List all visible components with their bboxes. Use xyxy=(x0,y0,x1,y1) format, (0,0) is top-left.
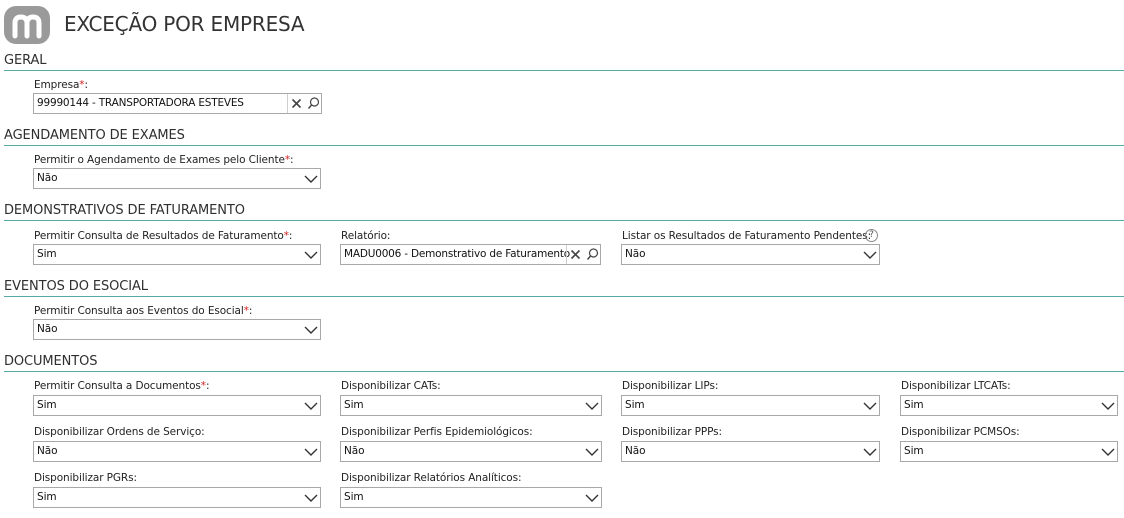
consulta-faturamento-select[interactable]: Sim xyxy=(33,244,321,265)
chevron-down-icon[interactable] xyxy=(1099,396,1117,415)
relatorios-analiticos-select[interactable]: Sim xyxy=(340,487,602,508)
listar-pendentes-value: Não xyxy=(625,248,646,260)
chevron-down-icon[interactable] xyxy=(302,488,320,507)
ltcats-label: Disponibilizar LTCATs: xyxy=(901,380,1011,392)
chevron-down-icon[interactable] xyxy=(1099,442,1117,461)
agendamento-value: Não xyxy=(37,172,58,184)
chevron-down-icon[interactable] xyxy=(302,396,320,415)
consulta-documentos-value: Sim xyxy=(37,399,57,411)
section-title: EVENTOS DO ESOCIAL xyxy=(4,279,148,294)
ordens-servico-label: Disponibilizar Ordens de Serviço: xyxy=(34,426,205,438)
lips-label: Disponibilizar LIPs: xyxy=(622,380,719,392)
esocial-label: Permitir Consulta aos Eventos do Esocial… xyxy=(34,305,253,317)
pgrs-select[interactable]: Sim xyxy=(33,487,321,508)
pcmsos-select[interactable]: Sim xyxy=(900,441,1118,462)
section-agendamento: AGENDAMENTO DE EXAMES xyxy=(4,128,1124,146)
empresa-lookup-field[interactable]: 99990144 - TRANSPORTADORA ESTEVES xyxy=(33,93,322,114)
app-logo xyxy=(4,6,50,44)
clear-icon[interactable] xyxy=(567,245,584,264)
perfis-value: Não xyxy=(344,445,365,457)
lips-value: Sim xyxy=(625,399,645,411)
required-mark: * xyxy=(243,305,249,317)
relatorios-analiticos-label: Disponibilizar Relatórios Analíticos: xyxy=(341,472,522,484)
search-icon[interactable] xyxy=(305,94,322,113)
page-title: EXCEÇÃO POR EMPRESA xyxy=(64,12,305,36)
listar-pendentes-label: Listar os Resultados de Faturamento Pend… xyxy=(622,230,872,242)
chevron-down-icon[interactable] xyxy=(583,396,601,415)
chevron-down-icon[interactable] xyxy=(302,320,320,339)
chevron-down-icon[interactable] xyxy=(583,442,601,461)
pgrs-label: Disponibilizar PGRs: xyxy=(34,472,137,484)
consulta-documentos-label: Permitir Consulta a Documentos*: xyxy=(34,380,210,392)
cats-value: Sim xyxy=(344,399,364,411)
empresa-value: 99990144 - TRANSPORTADORA ESTEVES xyxy=(37,97,244,109)
section-title: DOCUMENTOS xyxy=(4,354,98,369)
consulta-documentos-select[interactable]: Sim xyxy=(33,395,321,416)
relatorios-analiticos-value: Sim xyxy=(344,491,364,503)
pcmsos-label: Disponibilizar PCMSOs: xyxy=(901,426,1020,438)
help-icon[interactable]: ? xyxy=(865,229,878,242)
cats-select[interactable]: Sim xyxy=(340,395,602,416)
required-mark: * xyxy=(79,79,85,91)
agendamento-select[interactable]: Não xyxy=(33,168,321,189)
esocial-value: Não xyxy=(37,323,58,335)
logo-m-icon xyxy=(12,14,42,39)
ppps-label: Disponibilizar PPPs: xyxy=(622,426,722,438)
ppps-value: Não xyxy=(625,445,646,457)
pgrs-value: Sim xyxy=(37,491,57,503)
ppps-select[interactable]: Não xyxy=(621,441,880,462)
ordens-servico-select[interactable]: Não xyxy=(33,441,321,462)
chevron-down-icon[interactable] xyxy=(861,442,879,461)
section-faturamento: DEMONSTRATIVOS DE FATURAMENTO xyxy=(4,203,1124,221)
pcmsos-value: Sim xyxy=(904,445,924,457)
chevron-down-icon[interactable] xyxy=(861,245,879,264)
ordens-servico-value: Não xyxy=(37,445,58,457)
required-mark: * xyxy=(284,154,290,166)
clear-icon[interactable] xyxy=(288,94,305,113)
required-mark: * xyxy=(200,380,206,392)
section-documentos: DOCUMENTOS xyxy=(4,354,1124,372)
relatorio-lookup-field[interactable]: MADU0006 - Demonstrativo de Faturamento xyxy=(340,244,601,265)
chevron-down-icon[interactable] xyxy=(583,488,601,507)
relatorio-value: MADU0006 - Demonstrativo de Faturamento xyxy=(344,248,570,260)
section-title: DEMONSTRATIVOS DE FATURAMENTO xyxy=(4,203,245,218)
chevron-down-icon[interactable] xyxy=(302,169,320,188)
listar-pendentes-select[interactable]: Não xyxy=(621,244,880,265)
chevron-down-icon[interactable] xyxy=(302,245,320,264)
section-title: GERAL xyxy=(4,53,47,68)
section-title: AGENDAMENTO DE EXAMES xyxy=(4,128,185,143)
perfis-select[interactable]: Não xyxy=(340,441,602,462)
ltcats-select[interactable]: Sim xyxy=(900,395,1118,416)
required-mark: * xyxy=(283,230,289,242)
chevron-down-icon[interactable] xyxy=(302,442,320,461)
relatorio-label: Relatório: xyxy=(341,230,391,242)
esocial-select[interactable]: Não xyxy=(33,319,321,340)
agendamento-label: Permitir o Agendamento de Exames pelo Cl… xyxy=(34,154,294,166)
consulta-faturamento-value: Sim xyxy=(37,248,57,260)
chevron-down-icon[interactable] xyxy=(861,396,879,415)
section-geral: GERAL xyxy=(4,53,1124,71)
section-esocial: EVENTOS DO ESOCIAL xyxy=(4,279,1124,297)
cats-label: Disponibilizar CATs: xyxy=(341,380,441,392)
ltcats-value: Sim xyxy=(904,399,924,411)
search-icon[interactable] xyxy=(584,245,601,264)
perfis-label: Disponibilizar Perfis Epidemiológicos: xyxy=(341,426,533,438)
empresa-label: Empresa*: xyxy=(34,79,88,91)
consulta-faturamento-label: Permitir Consulta de Resultados de Fatur… xyxy=(34,230,293,242)
lips-select[interactable]: Sim xyxy=(621,395,880,416)
